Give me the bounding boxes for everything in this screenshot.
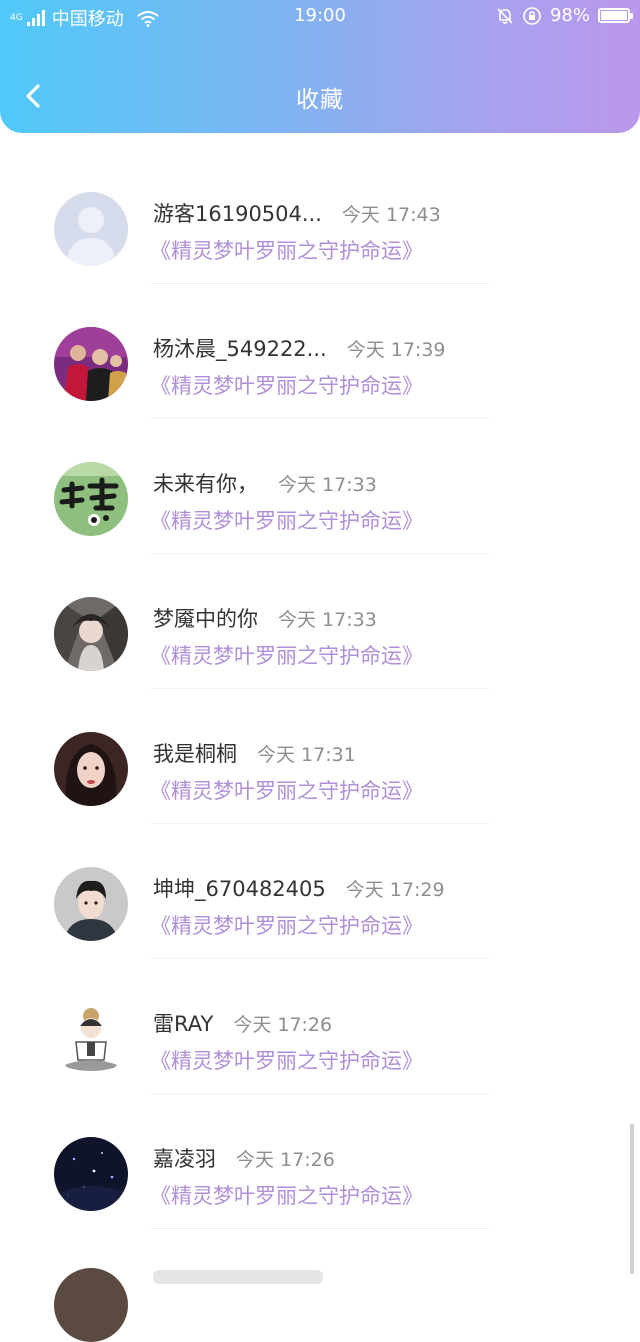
- name-line: 嘉凌羽 今天 17:26: [153, 1143, 335, 1173]
- favorites-list: 游客16190504... 今天 17:43 《精灵梦叶罗丽之守护命运》 杨沐晨…: [0, 150, 640, 1230]
- username[interactable]: 梦魇中的你: [153, 603, 258, 633]
- avatar[interactable]: [54, 1268, 128, 1342]
- divider: [150, 1228, 490, 1229]
- work-title-link[interactable]: 《精灵梦叶罗丽之守护命运》: [150, 235, 423, 265]
- avatar[interactable]: [54, 462, 128, 536]
- username[interactable]: 游客16190504...: [153, 198, 322, 228]
- list-item[interactable]: 坤坤_670482405 今天 17:29 《精灵梦叶罗丽之守护命运》: [0, 825, 640, 960]
- work-title-link[interactable]: 《精灵梦叶罗丽之守护命运》: [150, 370, 423, 400]
- timestamp: 今天 17:31: [257, 744, 356, 766]
- status-bar: 4G 中国移动 19:00 98%: [0, 0, 640, 34]
- username[interactable]: 杨沐晨_549222...: [153, 333, 327, 363]
- status-right: 98%: [496, 5, 633, 26]
- photo-avatar-image: [54, 327, 128, 401]
- timestamp: 今天 17:33: [278, 609, 377, 631]
- header-bar: 4G 中国移动 19:00 98% 收藏: [0, 0, 640, 133]
- avatar[interactable]: [54, 867, 128, 941]
- battery-icon: [598, 8, 633, 23]
- night-sky-avatar-image: [54, 1137, 128, 1211]
- work-title-link[interactable]: 《精灵梦叶罗丽之守护命运》: [150, 1180, 423, 1210]
- username[interactable]: 嘉凌羽: [153, 1143, 216, 1173]
- divider: [150, 823, 490, 824]
- timestamp: 今天 17:39: [346, 339, 446, 361]
- battery-fill: [601, 11, 627, 20]
- username[interactable]: 未来有你，: [153, 468, 258, 498]
- name-line: 未来有你， 今天 17:33: [153, 468, 377, 498]
- avatar[interactable]: [54, 327, 128, 401]
- work-title-link[interactable]: 《精灵梦叶罗丽之守护命运》: [150, 640, 423, 670]
- name-line: 我是桐桐 今天 17:31: [153, 738, 356, 768]
- username[interactable]: 坤坤_670482405: [153, 873, 326, 903]
- anime-avatar-image: [54, 597, 128, 671]
- name-line: 杨沐晨_549222... 今天 17:39: [153, 333, 446, 363]
- divider: [150, 553, 490, 554]
- portrait-avatar-image: [54, 732, 128, 806]
- calligraphy-avatar-image: [54, 462, 128, 536]
- divider: [150, 1093, 490, 1094]
- mute-bell-icon: [497, 7, 513, 24]
- divider: [150, 418, 490, 419]
- username[interactable]: 雷RAY: [153, 1008, 213, 1038]
- timestamp: 今天 17:33: [278, 474, 377, 496]
- avatar[interactable]: [54, 192, 128, 266]
- list-item[interactable]: 梦魇中的你 今天 17:33 《精灵梦叶罗丽之守护命运》: [0, 555, 640, 690]
- cartoon-avatar-image: [54, 1002, 128, 1076]
- avatar[interactable]: [54, 1002, 128, 1076]
- work-title-link[interactable]: 《精灵梦叶罗丽之守护命运》: [150, 1045, 423, 1075]
- name-line: 梦魇中的你 今天 17:33: [153, 603, 377, 633]
- portrait-avatar-image: [54, 867, 128, 941]
- divider: [150, 283, 490, 284]
- timestamp: 今天 17:29: [345, 879, 445, 901]
- timestamp: 今天 17:26: [236, 1149, 335, 1171]
- scrollbar[interactable]: [630, 1124, 634, 1274]
- work-title-link[interactable]: 《精灵梦叶罗丽之守护命运》: [150, 910, 423, 940]
- rotation-lock-icon: [523, 6, 541, 25]
- list-item-partial: [153, 1270, 323, 1284]
- divider: [150, 958, 490, 959]
- timestamp: 今天 17:26: [233, 1014, 333, 1036]
- list-item[interactable]: 杨沐晨_549222... 今天 17:39 《精灵梦叶罗丽之守护命运》: [0, 285, 640, 420]
- divider: [150, 688, 490, 689]
- name-line: 雷RAY 今天 17:26: [153, 1008, 332, 1038]
- list-item[interactable]: 我是桐桐 今天 17:31 《精灵梦叶罗丽之守护命运》: [0, 690, 640, 825]
- page-title: 收藏: [296, 87, 344, 113]
- name-line: 坤坤_670482405 今天 17:29: [153, 873, 445, 903]
- timestamp: 今天 17:43: [341, 204, 441, 226]
- work-title-link[interactable]: 《精灵梦叶罗丽之守护命运》: [150, 775, 423, 805]
- list-item[interactable]: 游客16190504... 今天 17:43 《精灵梦叶罗丽之守护命运》: [0, 150, 640, 285]
- list-item[interactable]: 未来有你， 今天 17:33 《精灵梦叶罗丽之守护命运》: [0, 420, 640, 555]
- list-item[interactable]: 雷RAY 今天 17:26 《精灵梦叶罗丽之守护命运》: [0, 960, 640, 1095]
- battery-percent: 98%: [549, 5, 590, 26]
- default-avatar-icon: [54, 192, 128, 266]
- work-title-link[interactable]: 《精灵梦叶罗丽之守护命运》: [150, 505, 423, 535]
- avatar[interactable]: [54, 597, 128, 671]
- name-line: 游客16190504... 今天 17:43: [153, 198, 441, 228]
- username[interactable]: 我是桐桐: [153, 738, 237, 768]
- avatar[interactable]: [54, 732, 128, 806]
- avatar[interactable]: [54, 1137, 128, 1211]
- list-item[interactable]: 嘉凌羽 今天 17:26 《精灵梦叶罗丽之守护命运》: [0, 1095, 640, 1230]
